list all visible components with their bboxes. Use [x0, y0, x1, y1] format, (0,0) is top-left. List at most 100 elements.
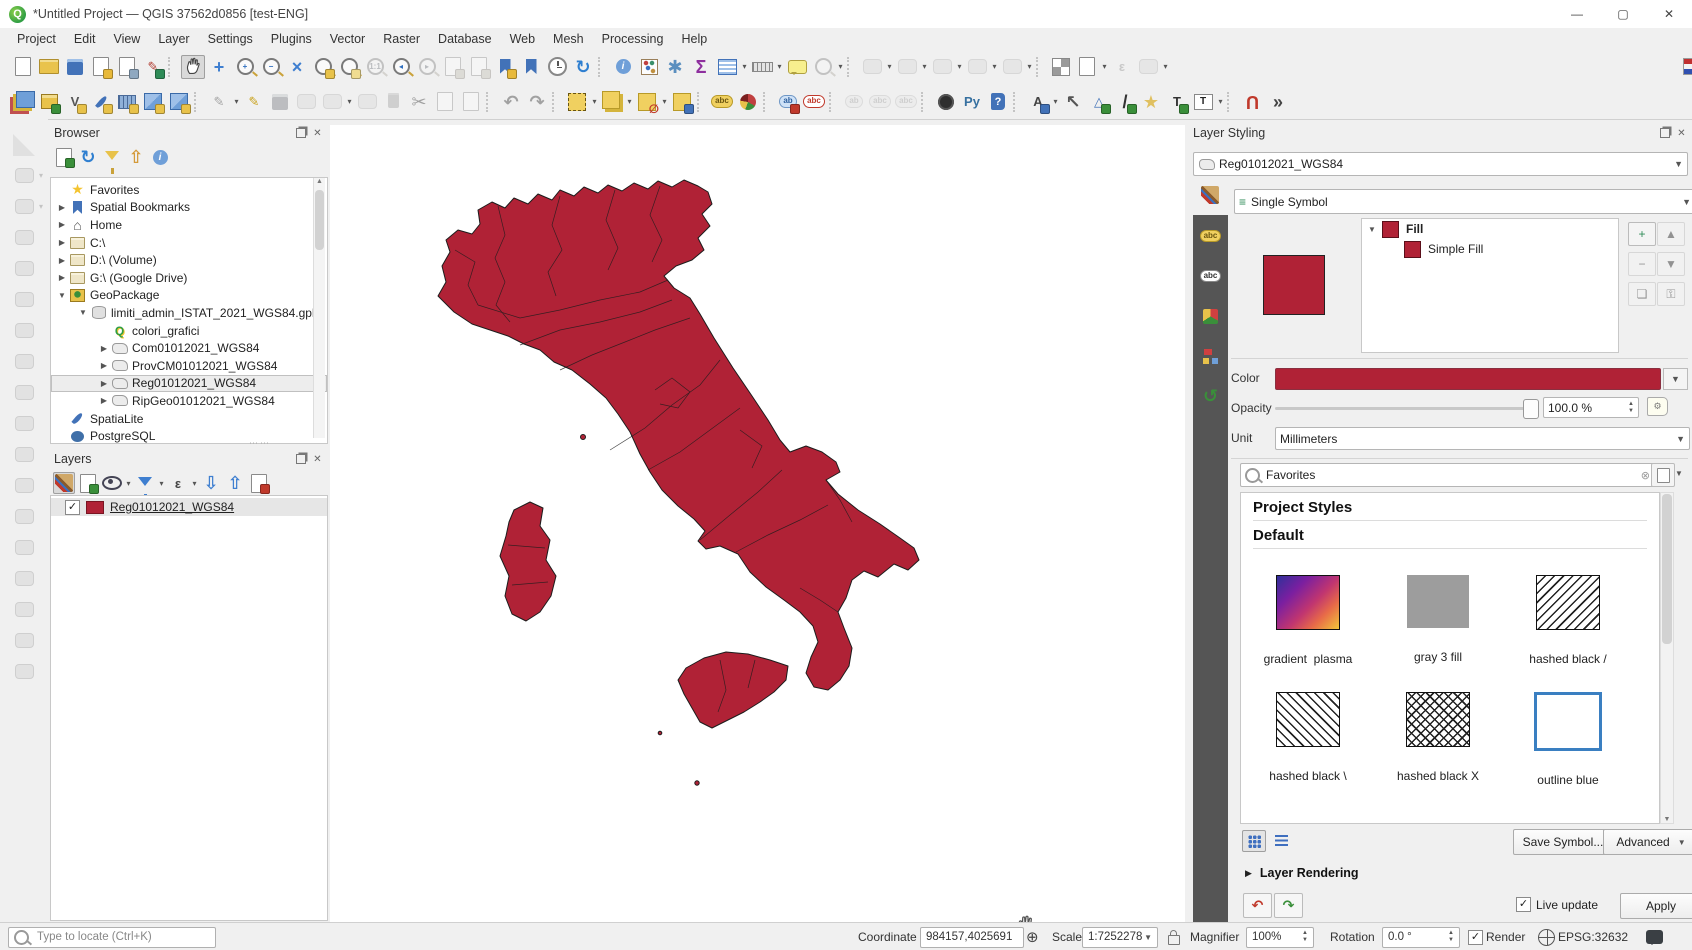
symbol-tree-row-fill[interactable]: ▼ Fill — [1362, 219, 1618, 239]
expander-collapsed-icon[interactable]: ▶ — [55, 273, 69, 282]
new-print-layout-icon[interactable] — [89, 55, 113, 79]
open-attribute-table-dropdown[interactable]: ▾ — [740, 62, 749, 71]
statistical-summary-icon[interactable]: Σ — [689, 55, 713, 79]
toolbar-overflow-icon[interactable]: » — [1266, 90, 1290, 114]
expander-collapsed-icon[interactable]: ▶ — [55, 256, 69, 265]
expander-collapsed-icon[interactable]: ▶ — [97, 361, 111, 370]
browser-item-reg01012021-wgs84[interactable]: ▶Reg01012021_WGS84 — [51, 375, 327, 393]
symbol-type-combo[interactable]: ≡ Single Symbol ▼ — [1234, 189, 1692, 214]
zoom-in-icon[interactable]: + — [233, 55, 257, 79]
layer-rendering-expander[interactable]: ▶ Layer Rendering — [1245, 866, 1359, 880]
zoom-to-layer-icon[interactable] — [337, 55, 361, 79]
create-annotation-layer-icon[interactable]: A — [1026, 90, 1050, 114]
coordinate-extent-icon[interactable]: ⊕ — [1026, 923, 1039, 950]
select-by-location-icon[interactable] — [670, 90, 694, 114]
browser-item-g-google-drive[interactable]: ▶G:\ (Google Drive) — [51, 269, 327, 287]
expand-all-icon[interactable]: ⇩ — [200, 472, 222, 494]
advanced-button[interactable]: Advanced ▼ — [1603, 829, 1692, 855]
magnifier-tool-dropdown[interactable]: ▾ — [836, 62, 845, 71]
layers-float-button[interactable] — [294, 453, 307, 466]
new-virtual-layer-icon[interactable] — [115, 90, 139, 114]
select-features-dropdown[interactable]: ▾ — [590, 97, 599, 106]
expander-expanded-icon[interactable]: ▼ — [76, 308, 90, 317]
add-selected-layers-icon[interactable] — [53, 146, 75, 168]
menu-web[interactable]: Web — [501, 30, 544, 48]
open-layer-styling-panel-icon[interactable] — [53, 472, 75, 494]
filter-by-expression-dropdown[interactable]: ▾ — [190, 479, 199, 488]
zoom-full-icon[interactable]: × — [285, 55, 309, 79]
crs-globe-icon[interactable] — [1538, 923, 1555, 950]
undo-style-button[interactable]: ↶ — [1243, 893, 1272, 918]
styling-close-button[interactable]: ✕ — [1675, 127, 1688, 140]
browser-close-button[interactable]: ✕ — [311, 127, 324, 140]
new-geopackage-layer-icon[interactable] — [37, 90, 61, 114]
map-canvas[interactable] — [330, 125, 1185, 922]
menu-layer[interactable]: Layer — [149, 30, 198, 48]
properties-widget-icon[interactable]: i — [149, 146, 171, 168]
open-data-source-manager-icon[interactable] — [11, 90, 35, 114]
style-hashed-black[interactable]: hashed black / — [1503, 549, 1633, 666]
create-form-annotation-icon[interactable]: T — [1191, 90, 1215, 114]
menu-vector[interactable]: Vector — [321, 30, 374, 48]
dock-splitter[interactable]: ⋯⋯ — [230, 441, 290, 446]
shape-digitizing-circular-string-dropdown[interactable]: ▾ — [885, 62, 894, 71]
shape-digitizing-circle-dropdown[interactable]: ▾ — [920, 62, 929, 71]
browser-item-com01012021-wgs84[interactable]: ▶Com01012021_WGS84 — [51, 339, 327, 357]
menu-plugins[interactable]: Plugins — [262, 30, 321, 48]
project-open-icon[interactable] — [37, 55, 61, 79]
layer-visibility-checkbox[interactable]: ✓ — [65, 500, 80, 515]
highlight-pinned-labels-icon[interactable]: abc — [802, 90, 826, 114]
deselect-features-dropdown[interactable]: ▾ — [660, 97, 669, 106]
zoom-out-icon[interactable]: − — [259, 55, 283, 79]
create-form-annotation-dropdown[interactable]: ▾ — [1216, 97, 1225, 106]
edit-features-in-place-icon[interactable] — [1049, 55, 1073, 79]
browser-float-button[interactable] — [294, 127, 307, 140]
spin-steppers[interactable]: ▲▼ — [1628, 401, 1634, 414]
layer-row[interactable]: ✓ Reg01012021_WGS84 — [51, 498, 327, 516]
style-search-box[interactable]: Favorites ⊗ — [1240, 463, 1655, 487]
menu-edit[interactable]: Edit — [65, 30, 105, 48]
lock-scale-icon[interactable] — [1168, 923, 1180, 950]
browser-item-ripgeo01012021-wgs84[interactable]: ▶RipGeo01012021_WGS84 — [51, 392, 327, 410]
clear-search-icon[interactable]: ⊗ — [1641, 469, 1650, 482]
new-spatialite-layer-icon[interactable] — [89, 90, 113, 114]
browser-item-provcm01012021-wgs84[interactable]: ▶ProvCM01012021_WGS84 — [51, 357, 327, 375]
browser-item-home[interactable]: ▶Home — [51, 216, 327, 234]
style-gray-3-fill[interactable]: gray 3 fill — [1373, 549, 1503, 666]
filter-legend-icon[interactable] — [134, 472, 156, 494]
menu-database[interactable]: Database — [429, 30, 501, 48]
new-spatial-bookmark-icon[interactable] — [493, 55, 517, 79]
rotation-spinbox[interactable]: 0.0 ° ▲▼ — [1382, 927, 1460, 948]
menu-mesh[interactable]: Mesh — [544, 30, 593, 48]
zoom-last-icon[interactable]: ◂ — [389, 55, 413, 79]
menu-help[interactable]: Help — [672, 30, 716, 48]
browser-item-colori-grafici[interactable]: colori_grafici — [51, 322, 327, 340]
deselect-features-icon[interactable] — [635, 90, 659, 114]
style-manager-icon[interactable]: ✎ — [141, 55, 165, 79]
project-new-icon[interactable] — [11, 55, 35, 79]
browser-scrollbar[interactable]: ▲ — [313, 178, 325, 438]
select-features-icon[interactable] — [565, 90, 589, 114]
snapping-magnet-icon[interactable]: U — [1240, 90, 1264, 114]
create-polygon-annotation-icon[interactable]: △ — [1087, 90, 1111, 114]
shape-digitizing-ellipse-dropdown[interactable]: ▾ — [955, 62, 964, 71]
modify-annotations-icon[interactable]: ↖ — [1061, 90, 1085, 114]
create-annotation-layer-dropdown[interactable]: ▾ — [1051, 97, 1060, 106]
styling-float-button[interactable] — [1658, 127, 1671, 140]
scroll-up-icon[interactable]: ▲ — [314, 178, 325, 189]
style-hashed-black-x[interactable]: hashed black X — [1373, 666, 1503, 787]
tab-symbology[interactable] — [1197, 183, 1223, 207]
processing-toolbox-icon[interactable]: ✱ — [663, 55, 687, 79]
create-text-annotation-icon[interactable]: T — [1165, 90, 1189, 114]
styles-scrollbar[interactable]: ▼ — [1660, 492, 1674, 824]
locator-input[interactable] — [35, 930, 210, 944]
map-tips-icon[interactable] — [785, 55, 809, 79]
symbology-tab-icon[interactable] — [1198, 183, 1222, 207]
create-line-annotation-icon[interactable]: / — [1113, 90, 1137, 114]
layer-name[interactable]: Reg01012021_WGS84 — [110, 500, 234, 514]
browser-item-c[interactable]: ▶C:\ — [51, 234, 327, 252]
menu-raster[interactable]: Raster — [374, 30, 429, 48]
menu-view[interactable]: View — [104, 30, 149, 48]
measure-line-dropdown[interactable]: ▾ — [775, 62, 784, 71]
scroll-thumb[interactable] — [315, 190, 324, 250]
